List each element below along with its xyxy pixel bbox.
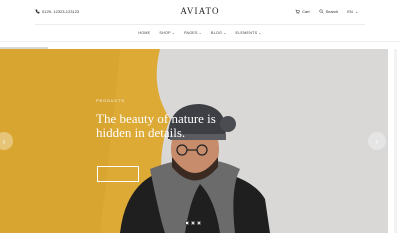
slider-dot[interactable] [197,221,201,225]
chevron-down-icon: ⌄ [223,31,227,35]
hero-headline: The beauty of nature is hidden in detail… [96,111,216,140]
slider-dot[interactable] [185,221,189,225]
main-nav: HOME SHOP ⌄ PAGES ⌄ BLOG ⌄ ELEMENTS ⌄ [0,31,400,35]
header-divider [35,24,365,25]
cart-icon [295,9,300,14]
search-icon [319,9,324,14]
nav-item-pages[interactable]: PAGES ⌄ [184,31,202,35]
nav-label: HOME [138,31,151,35]
chevron-down-icon: ⌄ [171,31,176,35]
nav-item-blog[interactable]: BLOG ⌄ [211,31,227,35]
header-tools: Cart Search EN ⌄ [295,9,358,14]
language-select[interactable]: EN ⌄ [347,9,358,14]
nav-item-elements[interactable]: ELEMENTS ⌄ [236,31,262,35]
hero-slider: PRODUCTS The beauty of nature is hidden … [0,49,388,233]
chevron-down-icon: ⌄ [198,31,203,35]
hero-eyebrow: PRODUCTS [96,98,125,103]
chevron-left-icon: ‹ [2,136,6,146]
nav-item-home[interactable]: HOME [138,31,150,35]
header: 0129- 12323-123123 AVIATO Cart Search EN… [0,0,400,28]
hero-image [0,49,388,233]
cart-button[interactable]: Cart [295,9,310,14]
chevron-down-icon: ⌄ [258,31,262,35]
nav-divider [0,41,400,42]
nav-item-shop[interactable]: SHOP ⌄ [159,31,175,35]
page-scrollbar[interactable] [394,49,397,233]
cart-label: Cart [302,9,310,14]
search-button[interactable]: Search [319,9,339,14]
slider-dot[interactable] [191,221,195,225]
nav-label: BLOG [211,31,223,35]
slider-next-button[interactable]: › [368,132,386,150]
hero-cta-button[interactable] [97,166,139,182]
nav-label: SHOP [159,31,171,35]
language-value: EN [347,9,353,14]
search-label: Search [325,9,339,14]
chevron-down-icon: ⌄ [354,9,359,14]
nav-label: PAGES [184,31,198,35]
slider-dots [185,221,201,225]
nav-label: ELEMENTS [235,31,258,35]
chevron-right-icon: › [375,136,379,146]
